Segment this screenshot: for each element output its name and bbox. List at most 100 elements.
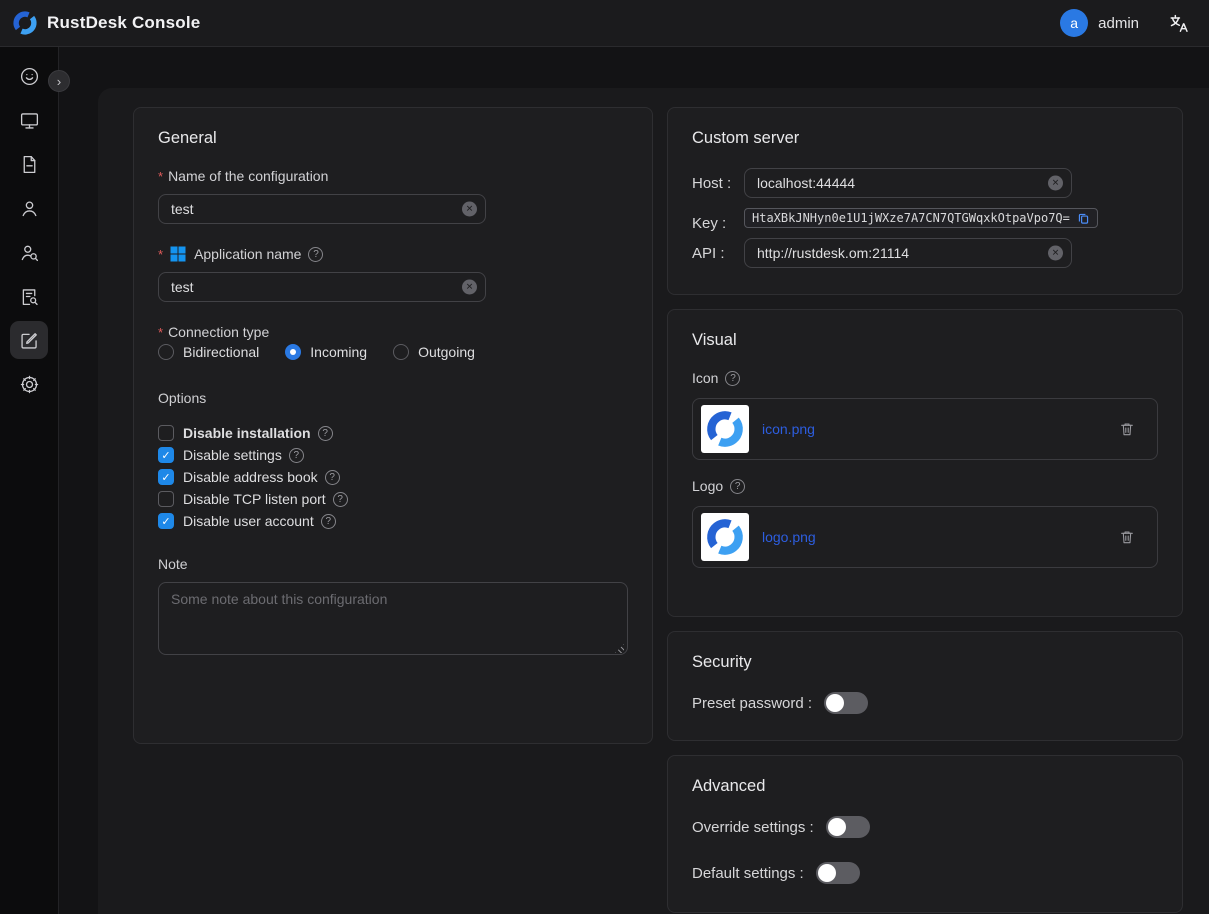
- default-settings-toggle[interactable]: [816, 862, 860, 884]
- key-value: HtaXBkJNHyn0e1U1jWXze7A7CN7QTGWqxkOtpaVp…: [752, 211, 1070, 225]
- default-settings-label: Default settings :: [692, 865, 804, 882]
- file-icon: [19, 154, 40, 175]
- radio-circle: [158, 344, 174, 360]
- clear-icon[interactable]: ✕: [1048, 246, 1063, 261]
- logo-upload-row: logo.png: [692, 506, 1158, 568]
- rustdesk-logo-icon: [12, 10, 38, 36]
- help-icon[interactable]: ?: [325, 470, 340, 485]
- custom-server-title: Custom server: [692, 129, 1158, 148]
- radio-bidirectional[interactable]: Bidirectional: [158, 344, 259, 360]
- sidebar-item-audit[interactable]: [10, 277, 48, 315]
- checkbox: ✓: [158, 491, 174, 507]
- help-icon[interactable]: ?: [321, 514, 336, 529]
- icon-upload-row: icon.png: [692, 398, 1158, 460]
- trash-icon[interactable]: [1119, 421, 1135, 437]
- general-title: General: [158, 129, 628, 148]
- advanced-card: Advanced Override settings : Default set…: [667, 755, 1183, 913]
- main-content: General * Name of the configuration ✕ *: [59, 47, 1209, 914]
- visual-title: Visual: [692, 331, 1158, 350]
- sidebar-item-sessions[interactable]: [10, 145, 48, 183]
- logo-file-link[interactable]: logo.png: [762, 529, 816, 545]
- smiley-icon: [19, 66, 40, 87]
- icon-thumbnail: [701, 405, 749, 453]
- preset-password-label: Preset password :: [692, 695, 812, 712]
- checkbox-disable-address-book[interactable]: ✓ Disable address book ?: [158, 466, 628, 488]
- checkbox: ✓: [158, 425, 174, 441]
- help-icon[interactable]: ?: [725, 371, 740, 386]
- logo-label: Logo ?: [692, 478, 1158, 494]
- security-title: Security: [692, 653, 1158, 672]
- required-asterisk: *: [158, 247, 163, 262]
- help-icon[interactable]: ?: [318, 426, 333, 441]
- user-menu[interactable]: a admin: [1060, 9, 1139, 37]
- override-settings-toggle[interactable]: [826, 816, 870, 838]
- radio-incoming[interactable]: Incoming: [285, 344, 367, 360]
- custom-server-card: Custom server Host : ✕ Key : HtaXBkJNHyn…: [667, 107, 1183, 295]
- help-icon[interactable]: ?: [308, 247, 323, 262]
- sidebar-collapse-button[interactable]: ›: [48, 70, 70, 92]
- config-name-label: * Name of the configuration: [158, 168, 628, 184]
- security-card: Security Preset password :: [667, 631, 1183, 741]
- app-title: RustDesk Console: [47, 13, 200, 33]
- checkbox: ✓: [158, 513, 174, 529]
- settings-icon: [19, 374, 40, 395]
- checkbox: ✓: [158, 469, 174, 485]
- key-value-box[interactable]: HtaXBkJNHyn0e1U1jWXze7A7CN7QTGWqxkOtpaVp…: [744, 208, 1098, 228]
- help-icon[interactable]: ?: [289, 448, 304, 463]
- checkbox: ✓: [158, 447, 174, 463]
- preset-password-toggle[interactable]: [824, 692, 868, 714]
- application-name-input[interactable]: [158, 272, 486, 302]
- note-textarea[interactable]: [158, 582, 628, 655]
- help-icon[interactable]: ?: [333, 492, 348, 507]
- icon-file-link[interactable]: icon.png: [762, 421, 815, 437]
- note-label: Note: [158, 556, 628, 572]
- api-input[interactable]: [744, 238, 1072, 268]
- user-name: admin: [1098, 15, 1139, 32]
- checkbox-disable-tcp-listen-port[interactable]: ✓ Disable TCP listen port ?: [158, 488, 628, 510]
- config-name-input[interactable]: [158, 194, 486, 224]
- override-settings-label: Override settings :: [692, 819, 814, 836]
- edit-icon: [19, 330, 40, 351]
- connection-type-label: * Connection type: [158, 324, 628, 340]
- user-search-icon: [19, 242, 40, 263]
- windows-icon: [170, 246, 186, 262]
- help-icon[interactable]: ?: [730, 479, 745, 494]
- host-label: Host :: [692, 175, 744, 192]
- audit-log-icon: [19, 286, 40, 307]
- general-card: General * Name of the configuration ✕ *: [133, 107, 653, 744]
- logo-thumbnail: [701, 513, 749, 561]
- connection-type-group: Bidirectional Incoming Outgoing: [158, 344, 628, 360]
- sidebar-item-dashboard[interactable]: [10, 57, 48, 95]
- clear-icon[interactable]: ✕: [462, 280, 477, 295]
- top-bar: RustDesk Console a admin: [0, 0, 1209, 47]
- radio-circle: [393, 344, 409, 360]
- trash-icon[interactable]: [1119, 529, 1135, 545]
- radio-circle: [285, 344, 301, 360]
- brand: RustDesk Console: [12, 10, 200, 36]
- radio-outgoing[interactable]: Outgoing: [393, 344, 475, 360]
- checkbox-disable-settings[interactable]: ✓ Disable settings ?: [158, 444, 628, 466]
- sidebar-item-settings[interactable]: [10, 365, 48, 403]
- clear-icon[interactable]: ✕: [1048, 176, 1063, 191]
- sidebar-item-devices[interactable]: [10, 101, 48, 139]
- visual-card: Visual Icon ? icon.png: [667, 309, 1183, 617]
- sidebar: [0, 47, 59, 914]
- user-icon: [19, 198, 40, 219]
- avatar[interactable]: a: [1060, 9, 1088, 37]
- clear-icon[interactable]: ✕: [462, 202, 477, 217]
- checkbox-disable-installation[interactable]: ✓ Disable installation ?: [158, 422, 628, 444]
- sidebar-item-custom-clients[interactable]: [10, 321, 48, 359]
- key-label: Key :: [692, 215, 744, 232]
- sidebar-item-users[interactable]: [10, 189, 48, 227]
- translate-icon[interactable]: [1167, 11, 1191, 35]
- options-label: Options: [158, 390, 628, 406]
- advanced-title: Advanced: [692, 777, 1158, 796]
- sidebar-item-groups[interactable]: [10, 233, 48, 271]
- copy-icon[interactable]: [1077, 212, 1090, 225]
- host-input[interactable]: [744, 168, 1072, 198]
- application-name-label: * Application name ?: [158, 246, 628, 262]
- content-panel: General * Name of the configuration ✕ *: [98, 88, 1209, 914]
- api-label: API :: [692, 245, 744, 262]
- required-asterisk: *: [158, 325, 163, 340]
- checkbox-disable-user-account[interactable]: ✓ Disable user account ?: [158, 510, 628, 532]
